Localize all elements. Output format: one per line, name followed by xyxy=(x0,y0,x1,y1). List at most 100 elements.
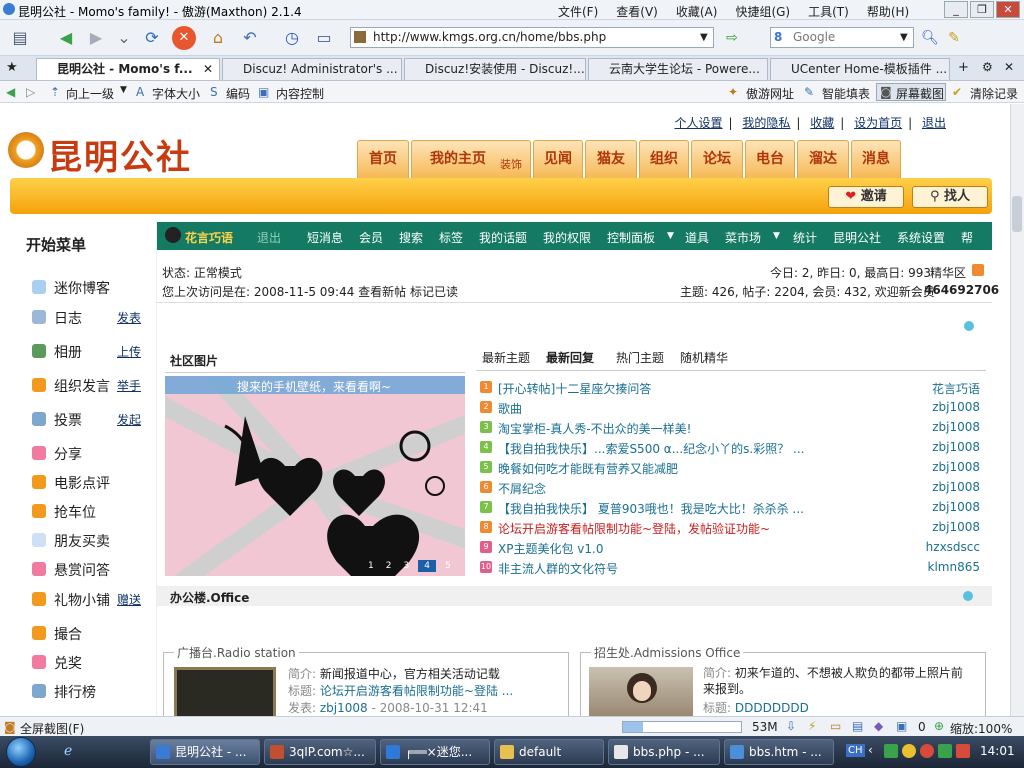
minimize-button[interactable]: _ xyxy=(944,1,968,18)
history-dropdown-icon[interactable]: ⌄ xyxy=(112,26,136,50)
pic-page-4[interactable]: 4 xyxy=(418,560,436,572)
new-tab-icon[interactable]: ▤ xyxy=(8,26,32,50)
forum-tags[interactable]: 标签 xyxy=(439,229,463,246)
forum-my-topics[interactable]: 我的话题 xyxy=(479,229,527,246)
menu-groups[interactable]: 快捷组(G) xyxy=(735,3,790,20)
thread-title[interactable]: 歌曲 xyxy=(498,400,522,417)
lightning-icon[interactable]: ⚡ xyxy=(808,719,816,733)
taskbar-kmgs[interactable]: 昆明公社 - ... xyxy=(150,739,260,765)
undo-icon[interactable]: ↶ xyxy=(238,26,262,50)
pic-page-2[interactable]: 2 xyxy=(383,560,395,572)
tray-network-icon[interactable] xyxy=(884,744,898,758)
search-engine-dropdown-icon[interactable]: ▼ xyxy=(900,32,908,43)
page-icon[interactable]: ▤ xyxy=(852,719,863,733)
thread-author[interactable]: klmn865 xyxy=(928,560,980,574)
stop-icon[interactable]: ✕ xyxy=(172,26,196,50)
forum-logout[interactable]: 退出 xyxy=(257,229,281,246)
tab-hot-topics[interactable]: 热门主题 xyxy=(616,349,664,366)
nav-groups[interactable]: 组织 xyxy=(639,140,689,178)
jinghua-link[interactable]: 精华区 xyxy=(930,264,966,281)
pic-page-5[interactable]: 5 xyxy=(442,560,454,572)
tab-close-all-icon[interactable]: ✕ xyxy=(1004,60,1014,74)
radio-chalkboard-image[interactable] xyxy=(174,667,276,716)
forum-help[interactable]: 帮 xyxy=(961,229,973,246)
thread-author[interactable]: zbj1008 xyxy=(932,420,980,434)
tray-security-icon[interactable] xyxy=(938,744,952,758)
zoom-level[interactable]: 缩放:100% xyxy=(950,720,1012,737)
forum-search[interactable]: 搜索 xyxy=(399,229,423,246)
highlight-icon[interactable]: ✎ xyxy=(942,26,966,50)
thread-row[interactable]: 10 非主流人群的文化符号 klmn865 xyxy=(480,558,990,578)
thread-author[interactable]: zbj1008 xyxy=(932,480,980,494)
bm-clear-history[interactable]: 清除记录 xyxy=(970,85,1018,102)
forum-control-panel[interactable]: 控制面板 xyxy=(607,229,655,246)
search-input[interactable]: Google xyxy=(770,27,914,48)
tray-s-icon[interactable] xyxy=(956,744,970,758)
close-window-button[interactable]: ✕ xyxy=(996,1,1020,18)
start-button[interactable] xyxy=(6,737,36,767)
menu-view[interactable]: 查看(V) xyxy=(616,3,658,20)
nav-radio[interactable]: 电台 xyxy=(745,140,795,178)
album-upload-link[interactable]: 上传 xyxy=(117,343,141,360)
invite-button[interactable]: ❤ 邀请 xyxy=(828,186,904,208)
thread-row[interactable]: 3 淘宝掌柜-真人秀-不出众的美一样美! zbj1008 xyxy=(480,418,990,438)
nav-stroll[interactable]: 溜达 xyxy=(797,140,849,178)
site-logo[interactable]: 昆明公社 xyxy=(8,126,218,178)
favorites-star-icon[interactable]: ★ xyxy=(6,60,24,76)
tab-kmgs[interactable]: 昆明公社 - Momo's f... ✕ xyxy=(36,58,220,80)
bm-forward-icon[interactable]: ▷ xyxy=(26,85,35,99)
gift-send-link[interactable]: 赠送 xyxy=(117,591,141,608)
link-privacy[interactable]: 我的隐私 xyxy=(742,116,790,130)
forward-icon[interactable]: ▶ xyxy=(84,26,108,50)
thread-author[interactable]: zbj1008 xyxy=(932,440,980,454)
link-personal-settings[interactable]: 个人设置 xyxy=(674,116,722,130)
thread-title[interactable]: [开心转帖]十二星座欠揍问答 xyxy=(498,380,651,397)
thread-title[interactable]: 不屑纪念 xyxy=(498,480,546,497)
thread-author[interactable]: hzxsdscc xyxy=(926,540,980,554)
nav-messages[interactable]: 消息 xyxy=(851,140,901,178)
taskbar-mini[interactable]: ╒══×迷您... xyxy=(380,739,490,765)
taskbar-default-folder[interactable]: default xyxy=(494,739,604,765)
thread-row[interactable]: 8 论坛开启游客看帖限制功能~登陆，发帖验证功能~ zbj1008 xyxy=(480,518,990,538)
tab-discuz-admin[interactable]: Discuz! Administrator's ... xyxy=(222,58,402,80)
menu-file[interactable]: 文件(F) xyxy=(558,3,598,20)
thread-title[interactable]: 【我自拍我快乐】...索爱S500 α...纪念小丫的s.彩照？ ... xyxy=(498,440,804,457)
bm-up-level[interactable]: 向上一级 xyxy=(66,85,114,102)
forum-members[interactable]: 会员 xyxy=(359,229,383,246)
pic-page-3[interactable]: 3 xyxy=(400,560,412,572)
sidebar-icon[interactable]: ▭ xyxy=(312,26,336,50)
tab-ynu-forum[interactable]: 云南大学生论坛 - Powere... xyxy=(588,58,768,80)
collapse-dot-icon[interactable] xyxy=(964,321,974,331)
close-tab-icon[interactable]: ✕ xyxy=(203,59,213,79)
raise-hand-link[interactable]: 举手 xyxy=(117,377,141,394)
back-icon[interactable]: ◀ xyxy=(54,26,78,50)
admissions-topic-link[interactable]: DDDDDDDD xyxy=(735,701,809,715)
search-icon[interactable]: 🔍︎ xyxy=(918,26,942,50)
go-icon[interactable]: ⇨ xyxy=(720,26,744,50)
thread-author[interactable]: zbj1008 xyxy=(932,400,980,414)
bm-font-size[interactable]: 字体大小 xyxy=(152,85,200,102)
community-picture[interactable]: 搜来的手机壁纸，来看看啊~ 1 2 3 4 5 xyxy=(165,376,465,576)
blog-post-link[interactable]: 发表 xyxy=(117,309,141,326)
thread-author[interactable]: zbj1008 xyxy=(932,460,980,474)
tab-ucenter[interactable]: UCenter Home-模板插件 ... xyxy=(770,58,950,80)
tab-latest-replies[interactable]: 最新回复 xyxy=(546,349,594,366)
tray-expand-icon[interactable]: ‹ xyxy=(868,743,873,757)
folder-icon[interactable]: ▭ xyxy=(830,719,841,733)
thread-title[interactable]: 【我自拍我快乐】 夏普903哦也！我是吃大比！杀杀杀 ... xyxy=(498,500,804,517)
forum-pm[interactable]: 短消息 xyxy=(307,229,343,246)
thread-row[interactable]: 7 【我自拍我快乐】 夏普903哦也！我是吃大比！杀杀杀 ... zbj1008 xyxy=(480,498,990,518)
nav-forum[interactable]: 论坛 xyxy=(691,140,743,178)
tab-latest-topics[interactable]: 最新主题 xyxy=(482,349,530,366)
home-icon[interactable]: ⌂ xyxy=(206,26,230,50)
clock[interactable]: 14:01 xyxy=(980,744,1015,758)
find-people-button[interactable]: ⚲ 找人 xyxy=(912,186,988,208)
taskbar-bbs-htm[interactable]: bbs.htm - ... xyxy=(724,739,834,765)
thread-row[interactable]: 9 XP主题美化包 v1.0 hzxsdscc xyxy=(480,538,990,558)
thread-row[interactable]: 6 不屑纪念 zbj1008 xyxy=(480,478,990,498)
nav-home[interactable]: 首页 xyxy=(357,140,409,178)
bm-autofill[interactable]: 智能填表 xyxy=(822,85,870,102)
thread-title[interactable]: 论坛开启游客看帖限制功能~登陆，发帖验证功能~ xyxy=(498,520,770,537)
menu-favorites[interactable]: 收藏(A) xyxy=(676,3,718,20)
thread-row[interactable]: 4 【我自拍我快乐】...索爱S500 α...纪念小丫的s.彩照？ ... zbj… xyxy=(480,438,990,458)
